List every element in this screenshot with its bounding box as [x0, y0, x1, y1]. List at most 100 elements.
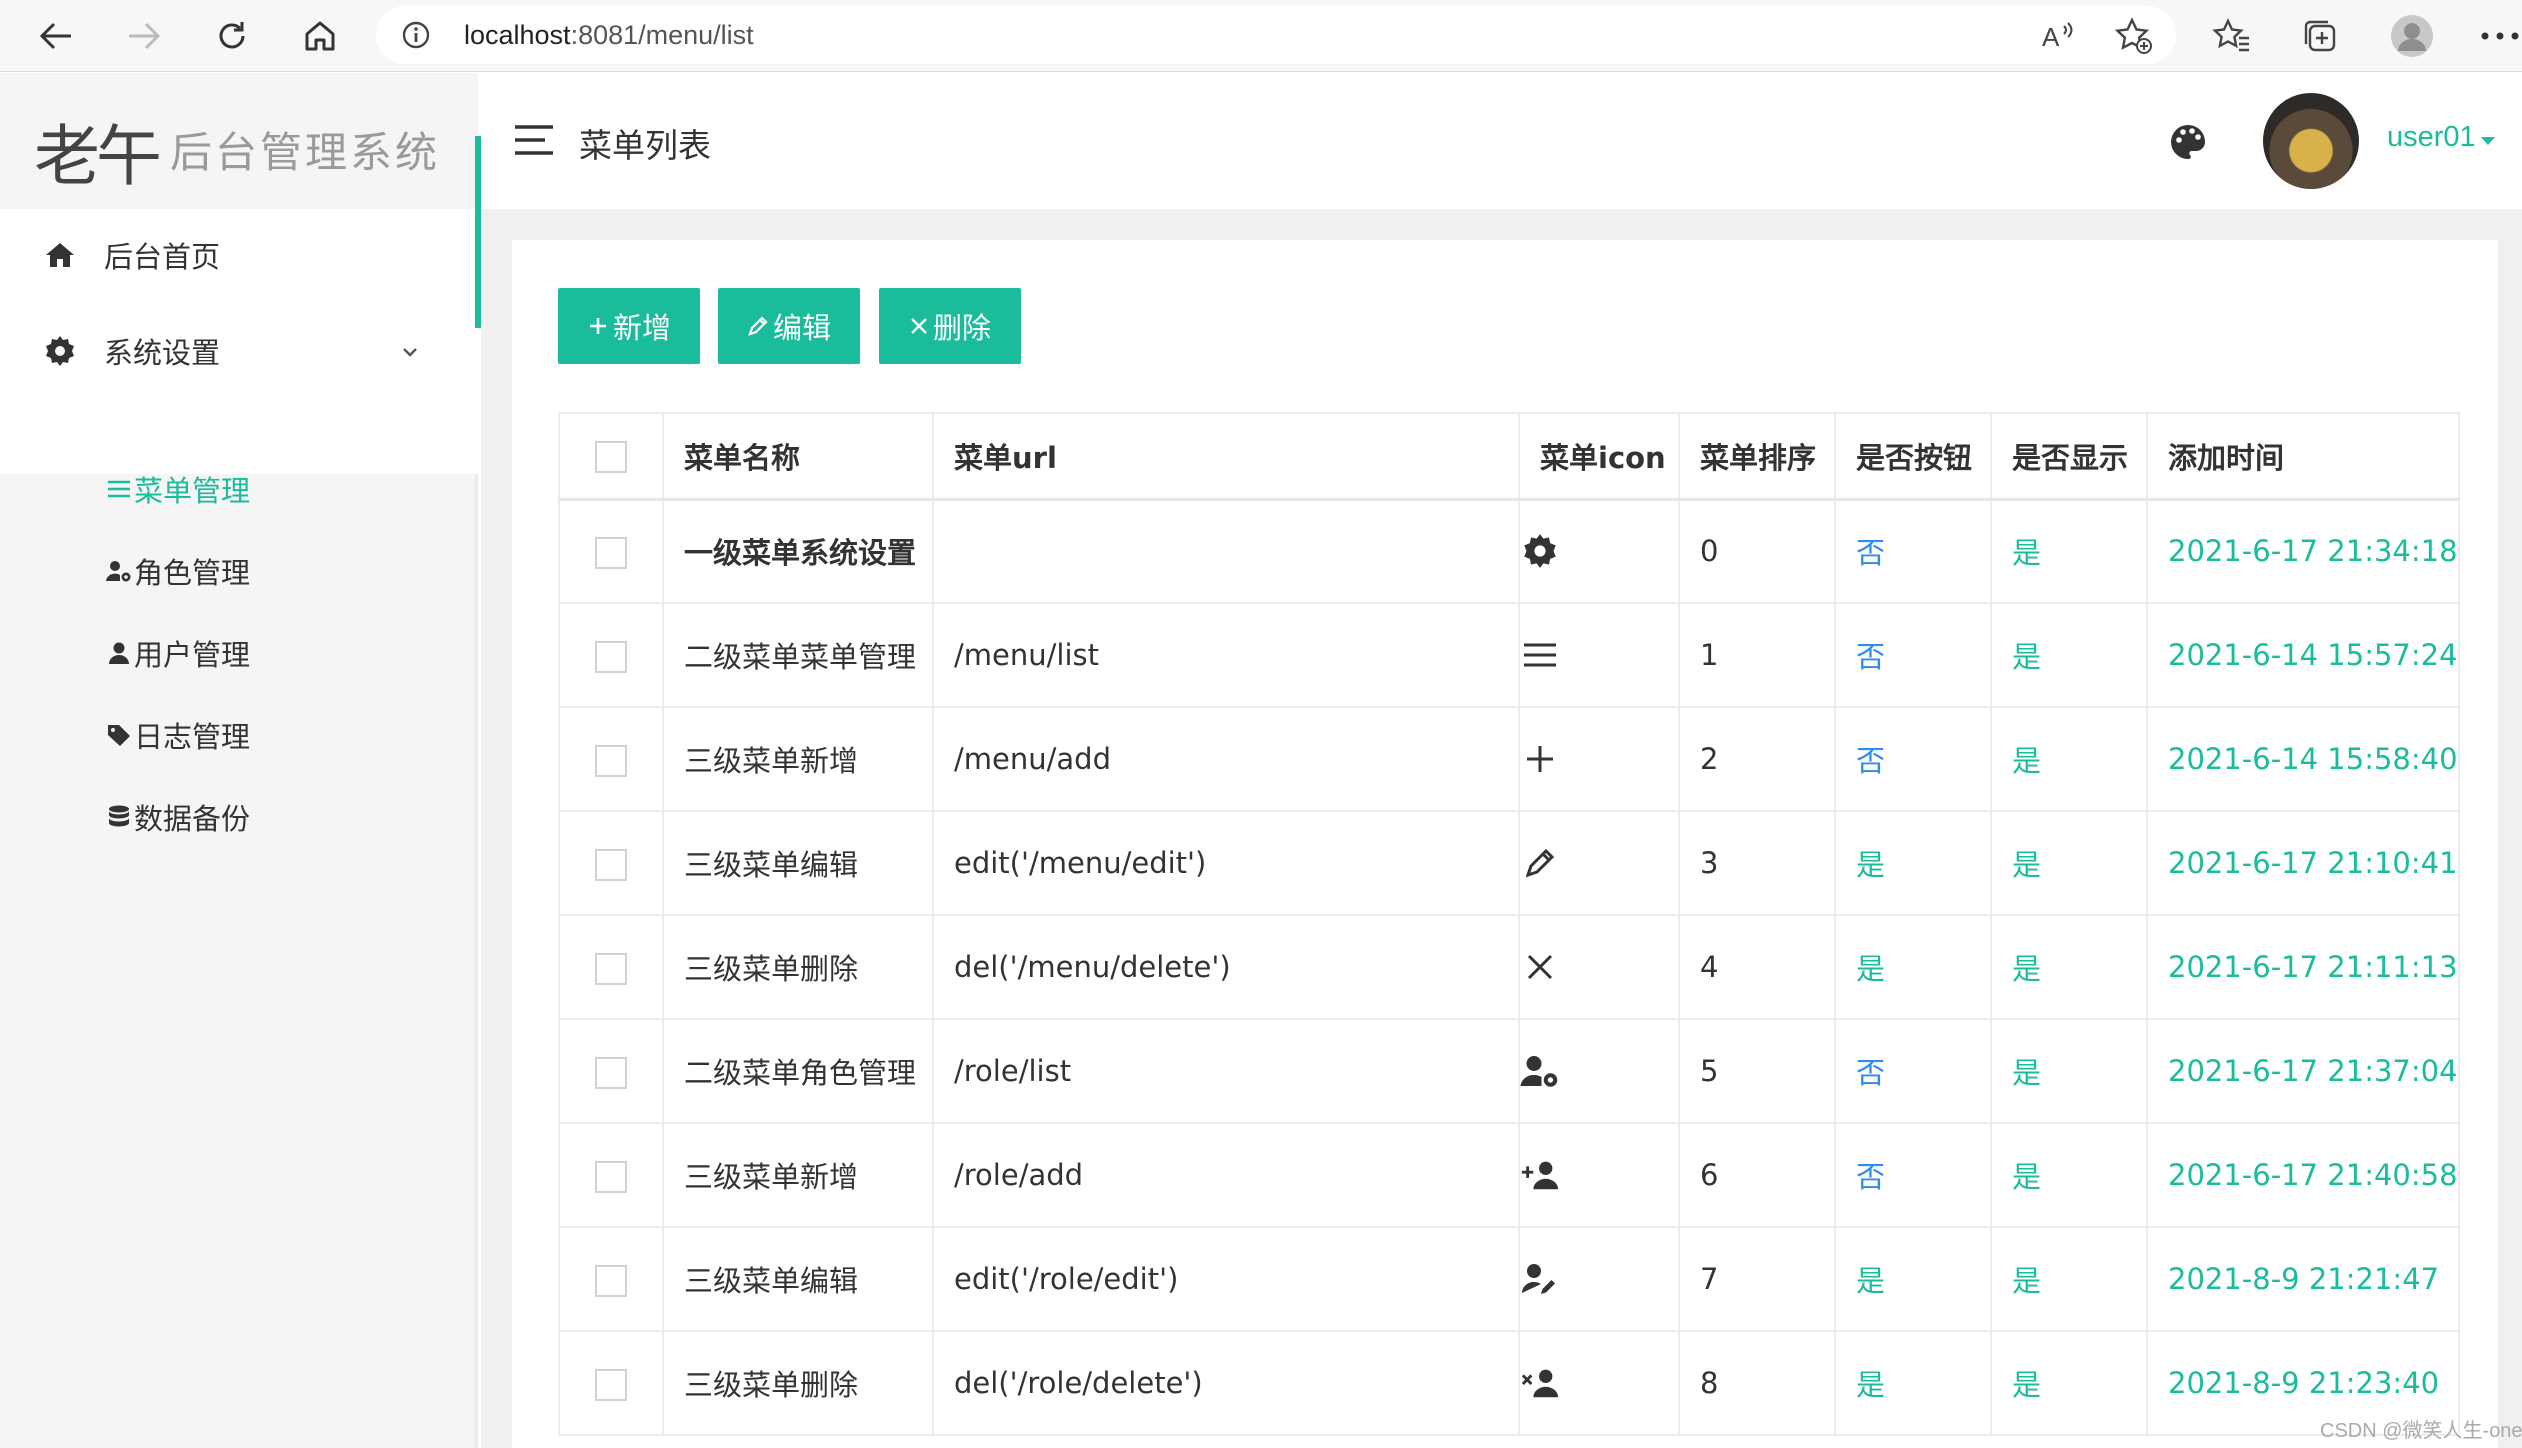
back-button[interactable] [30, 10, 82, 62]
tag-icon [106, 722, 132, 748]
cell-sort: 7 [1678, 1226, 1836, 1332]
row-checkbox[interactable] [595, 952, 627, 985]
row-checkbox-cell[interactable] [558, 810, 664, 916]
cell-icon [1518, 498, 1680, 604]
row-checkbox-cell[interactable] [558, 1122, 664, 1228]
column-header[interactable]: 是否显示 [1990, 412, 2148, 501]
table-row[interactable]: 一级菜单系统设置 0 否 是 2021-6-17 21:34:18 [558, 498, 2460, 604]
svg-text:A: A [2042, 22, 2060, 52]
cell-is-show: 是 [1990, 1018, 2148, 1124]
read-aloud-button[interactable]: A [2040, 18, 2076, 54]
row-checkbox[interactable] [595, 1368, 627, 1401]
submenu-item-backup[interactable]: 数据备份 [106, 787, 250, 847]
submenu-item-menu[interactable]: 菜单管理 [106, 459, 250, 519]
reload-button[interactable] [206, 10, 258, 62]
table-row[interactable]: 三级菜单新增 /menu/add 2 否 是 2021-6-14 15:58:4… [558, 706, 2460, 812]
table-row[interactable]: 三级菜单删除 del('/role/delete') 8 是 是 2021-8-… [558, 1330, 2460, 1436]
info-icon[interactable] [402, 21, 430, 49]
user-plus-icon [1521, 1155, 1560, 1195]
column-header[interactable]: 添加时间 [2146, 412, 2460, 501]
row-checkbox[interactable] [595, 1056, 627, 1089]
star-plus-icon [2114, 17, 2152, 54]
column-header[interactable]: 是否按钮 [1834, 412, 1992, 501]
table-row[interactable]: 三级菜单删除 del('/menu/delete') 4 是 是 2021-6-… [558, 914, 2460, 1020]
row-checkbox[interactable] [595, 1160, 627, 1193]
cell-name: 二级菜单菜单管理 [662, 602, 934, 708]
cell-url: /role/add [932, 1122, 1520, 1228]
cell-is-show: 是 [1990, 602, 2148, 708]
hamburger-icon[interactable] [513, 123, 555, 157]
table-row[interactable]: 三级菜单编辑 edit('/role/edit') 7 是 是 2021-8-9… [558, 1226, 2460, 1332]
home-button[interactable] [294, 10, 346, 62]
browser-toolbar: localhost:8081/menu/list A [0, 0, 2522, 72]
cell-is-button: 是 [1834, 1226, 1992, 1332]
profile-button[interactable] [2386, 10, 2438, 62]
table-row[interactable]: 三级菜单编辑 edit('/menu/edit') 3 是 是 2021-6-1… [558, 810, 2460, 916]
select-all-checkbox-cell[interactable] [558, 412, 664, 501]
add-button[interactable]: 新增 [558, 288, 700, 364]
forward-button[interactable] [118, 10, 170, 62]
row-checkbox[interactable] [595, 640, 627, 673]
cell-time: 2021-6-17 21:37:04 [2146, 1018, 2460, 1124]
favorites-button[interactable] [2206, 10, 2258, 62]
row-checkbox[interactable] [595, 848, 627, 881]
cell-name: 三级菜单删除 [662, 1330, 934, 1436]
refresh-icon [219, 22, 245, 49]
url-host: localhost [464, 20, 571, 50]
row-checkbox-cell[interactable] [558, 706, 664, 812]
gear-icon [40, 331, 80, 371]
sidebar: 老午 后台管理系统 后台首页 系统设置 菜单管理 角色管理 用户管理 日志管理 … [0, 73, 478, 1448]
sidebar-item-settings[interactable]: 系统设置 [0, 305, 478, 397]
logo-text: 后台管理系统 [170, 128, 441, 177]
sidebar-item-home[interactable]: 后台首页 [0, 209, 478, 301]
submenu-item-users[interactable]: 用户管理 [106, 623, 250, 683]
avatar[interactable] [2263, 93, 2359, 189]
row-checkbox[interactable] [595, 744, 627, 777]
cell-is-button: 否 [1834, 706, 1992, 812]
logo[interactable]: 老午 后台管理系统 [0, 73, 478, 209]
row-checkbox-cell[interactable] [558, 1330, 664, 1436]
cell-name: 三级菜单删除 [662, 914, 934, 1020]
read-aloud-icon: A [2042, 22, 2073, 52]
row-checkbox[interactable] [595, 536, 627, 569]
cell-is-show: 是 [1990, 810, 2148, 916]
more-button[interactable] [2474, 10, 2522, 62]
home-icon [40, 235, 80, 275]
cell-name: 三级菜单新增 [662, 1122, 934, 1228]
cell-time: 2021-6-14 15:57:24 [2146, 602, 2460, 708]
user-cog-icon [106, 558, 132, 584]
delete-button[interactable]: 删除 [879, 288, 1021, 364]
gear-icon [1521, 531, 1560, 571]
table-row[interactable]: 二级菜单菜单管理 /menu/list 1 否 是 2021-6-14 15:5… [558, 602, 2460, 708]
column-header[interactable]: 菜单icon [1518, 412, 1680, 501]
column-header[interactable]: 菜单url [932, 412, 1520, 501]
header: 菜单列表 user01 [481, 73, 2522, 209]
url-text[interactable]: localhost:8081/menu/list [464, 20, 754, 51]
cell-is-show: 是 [1990, 498, 2148, 604]
row-checkbox-cell[interactable] [558, 602, 664, 708]
palette-icon[interactable] [2169, 123, 2207, 161]
cell-sort: 8 [1678, 1330, 1836, 1436]
collections-button[interactable] [2294, 10, 2346, 62]
row-checkbox-cell[interactable] [558, 1226, 664, 1332]
add-favorite-button[interactable] [2114, 16, 2154, 56]
column-header[interactable]: 菜单名称 [662, 412, 934, 501]
table-row[interactable]: 三级菜单新增 /role/add 6 否 是 2021-6-17 21:40:5… [558, 1122, 2460, 1228]
row-checkbox-cell[interactable] [558, 498, 664, 604]
address-bar[interactable]: localhost:8081/menu/list A [376, 6, 2176, 64]
row-checkbox-cell[interactable] [558, 914, 664, 1020]
cell-time: 2021-6-14 15:58:40 [2146, 706, 2460, 812]
submenu-item-roles[interactable]: 角色管理 [106, 541, 250, 601]
row-checkbox[interactable] [595, 1264, 627, 1297]
cell-sort: 3 [1678, 810, 1836, 916]
row-checkbox-cell[interactable] [558, 1018, 664, 1124]
submenu-item-logs[interactable]: 日志管理 [106, 705, 250, 765]
column-header[interactable]: 菜单排序 [1678, 412, 1836, 501]
table-header-row: 菜单名称 菜单url 菜单icon 菜单排序 是否按钮 是否显示 添加时间 [558, 412, 2460, 501]
select-all-checkbox[interactable] [595, 441, 627, 474]
edit-button[interactable]: 编辑 [718, 288, 860, 364]
table-row[interactable]: 二级菜单角色管理 /role/list 5 否 是 2021-6-17 21:3… [558, 1018, 2460, 1124]
submenu-item-label: 用户管理 [134, 638, 251, 672]
arrow-right-icon [129, 22, 161, 50]
user-menu[interactable]: user01 [2387, 121, 2476, 154]
